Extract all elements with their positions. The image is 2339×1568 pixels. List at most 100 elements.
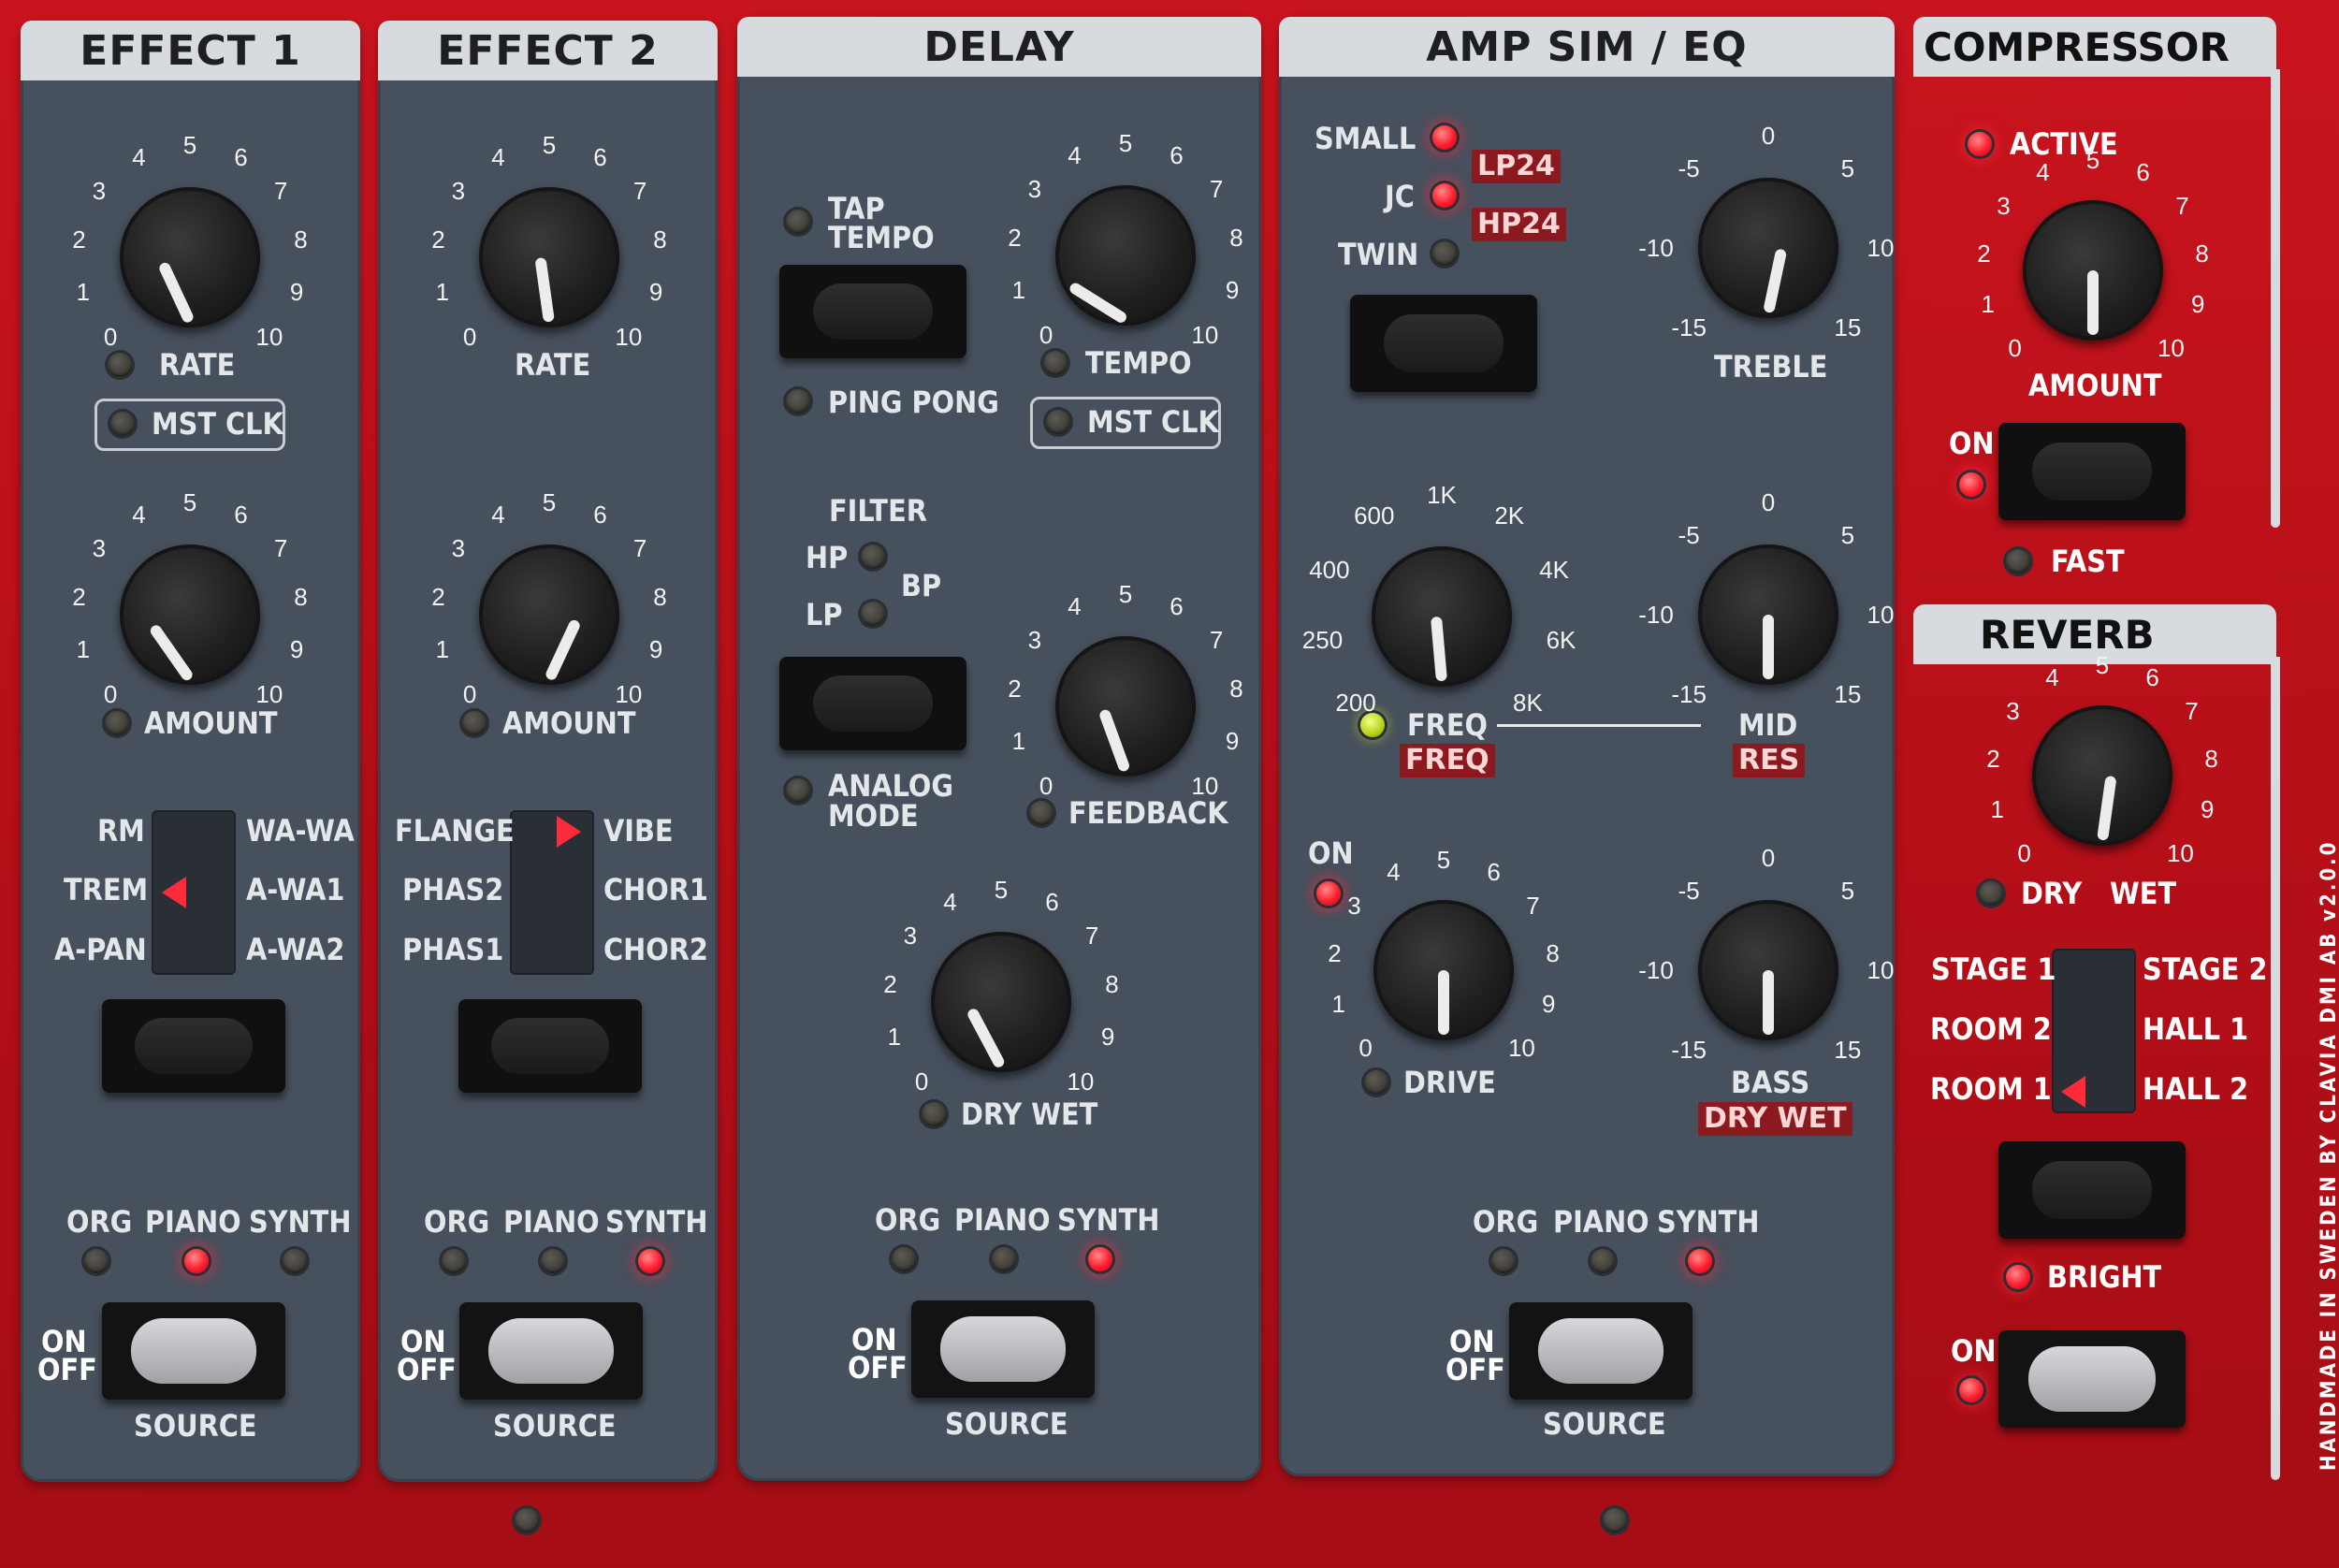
effect2-amount-knob[interactable] <box>479 544 619 685</box>
amp-freq-scale-tick: 6K <box>1546 626 1576 655</box>
delay-analog-mode-led <box>786 778 810 803</box>
amp-source-label: SOURCE <box>1543 1406 1666 1442</box>
effect1-source-synth: SYNTH <box>249 1204 352 1240</box>
effect2-type-button[interactable] <box>458 999 642 1093</box>
compressor-amount-scale-tick: 10 <box>2157 334 2185 363</box>
amp-drive-scale-tick: 10 <box>1507 1034 1535 1063</box>
effect2-type-phas2: PHAS2 <box>402 872 504 907</box>
reverb-drywet-scale-tick: 2 <box>1986 744 2000 773</box>
reverb-on-button[interactable] <box>1998 1330 2186 1428</box>
delay-tempo-label: TEMPO <box>1085 345 1192 381</box>
reverb-type-stage1: STAGE 1 <box>1931 951 2056 987</box>
effect1-rate-label: RATE <box>159 347 236 383</box>
reverb-drywet-scale-tick: 10 <box>2166 839 2194 868</box>
delay-synth-led <box>1088 1247 1112 1271</box>
reverb-drywet-scale-tick: 9 <box>2200 795 2215 824</box>
amp-freq-scale-tick: 600 <box>1354 501 1395 530</box>
amp-freq-knob[interactable] <box>1372 546 1512 687</box>
effect1-type-button[interactable] <box>102 999 285 1093</box>
delay-feedback-scale-tick: 7 <box>1209 626 1224 655</box>
effect2-type-chor2: CHOR2 <box>603 932 708 967</box>
effect1-rate-scale-tick: 10 <box>255 322 283 351</box>
reverb-title: REVERB <box>1980 612 2155 658</box>
amp-mid-scale-tick: 15 <box>1834 679 1862 708</box>
compressor-amount-scale-tick: 2 <box>1977 239 1991 268</box>
effect2-amount-scale-tick: 6 <box>593 501 607 530</box>
reverb-drywet-scale-tick: 1 <box>1990 795 2004 824</box>
effect1-title: EFFECT 1 <box>21 21 360 80</box>
compressor-fast-label: FAST <box>2051 544 2125 579</box>
effect1-on-off-button[interactable] <box>102 1302 285 1400</box>
amp-bass-knob[interactable] <box>1698 900 1838 1040</box>
amp-bass-scale-tick: 0 <box>1761 844 1776 872</box>
amp-treble-knob[interactable] <box>1698 178 1838 318</box>
delay-feedback-knob[interactable] <box>1055 636 1196 777</box>
compressor-amount-knob[interactable] <box>2023 200 2163 341</box>
effect2-on-off-button[interactable] <box>459 1302 643 1400</box>
effect2-rate-scale-tick: 10 <box>615 322 643 351</box>
effect1-mst-clk-label: MST CLK <box>152 406 283 442</box>
effect2-selected-indicator-icon <box>557 816 581 848</box>
delay-tempo-scale-tick: 8 <box>1229 224 1243 253</box>
compressor-amount-scale-tick: 5 <box>2085 146 2100 174</box>
effect2-rate-knob[interactable] <box>479 187 619 327</box>
effect1-amount-knob[interactable] <box>120 544 260 685</box>
delay-drywet-scale-tick: 10 <box>1067 1067 1095 1096</box>
delay-drywet-scale-tick: 3 <box>903 922 918 951</box>
delay-on-off-button[interactable] <box>911 1300 1095 1398</box>
amp-mid-scale-tick: -10 <box>1638 601 1674 629</box>
effect1-rate-scale-tick: 1 <box>76 278 91 307</box>
compressor-amount-scale-tick: 6 <box>2136 157 2150 186</box>
reverb-drywet-scale-tick: 5 <box>2095 651 2110 679</box>
amp-treble-scale-tick: -5 <box>1678 154 1700 183</box>
amp-freq-scale-tick: 8K <box>1513 688 1543 717</box>
delay-filter-button[interactable] <box>779 657 966 750</box>
delay-tempo-scale-tick: 4 <box>1068 141 1082 170</box>
delay-org-led <box>892 1247 916 1271</box>
amp-mid-scale-tick: 5 <box>1840 521 1855 550</box>
reverb-drywet-led <box>1979 881 2003 906</box>
amp-drive-knob[interactable] <box>1373 900 1514 1040</box>
amp-freq-mid-link-line <box>1497 724 1701 727</box>
effect1-rate-knob[interactable] <box>120 187 260 327</box>
effect2-amount-scale-tick: 4 <box>491 501 505 530</box>
delay-tempo-knob[interactable] <box>1055 185 1196 326</box>
delay-lp-led <box>861 602 885 626</box>
delay-piano-led <box>992 1247 1016 1271</box>
delay-feedback-scale-tick: 8 <box>1229 675 1243 704</box>
amp-mid-scale-tick: 0 <box>1761 488 1776 516</box>
amp-type-button[interactable] <box>1350 295 1537 392</box>
delay-tap-tempo-button[interactable] <box>779 265 966 358</box>
amp-freq-scale-tick: 2K <box>1494 501 1525 530</box>
reverb-wet-label: WET <box>2110 876 2177 911</box>
delay-tempo-scale-tick: 9 <box>1225 276 1240 305</box>
reverb-dry-label: DRY <box>2021 876 2083 911</box>
delay-drywet-knob[interactable] <box>931 932 1071 1072</box>
effect2-amount-scale-tick: 5 <box>542 488 557 516</box>
compressor-on-button[interactable] <box>1998 423 2186 520</box>
compressor-amount-label: AMOUNT <box>2028 368 2162 403</box>
compressor-amount-scale-tick: 1 <box>1981 290 1995 319</box>
delay-drywet-scale-tick: 7 <box>1084 922 1099 951</box>
compressor-amount-scale-tick: 7 <box>2175 191 2189 220</box>
amp-org-led <box>1491 1249 1516 1273</box>
amp-on-off-button[interactable] <box>1509 1302 1693 1400</box>
amp-source-synth: SYNTH <box>1657 1204 1760 1240</box>
effect1-type-awa1: A-WA1 <box>246 872 345 907</box>
compressor-active-led <box>1968 132 1992 156</box>
amp-type-twin: TWIN <box>1338 237 1419 272</box>
amp-treble-label: TREBLE <box>1714 349 1828 385</box>
amp-mid-label: MID <box>1738 707 1798 743</box>
reverb-drywet-scale-tick: 8 <box>2204 744 2218 773</box>
delay-drywet-scale-tick: 6 <box>1045 888 1059 917</box>
compressor-title: COMPRESSOR <box>1924 24 2230 70</box>
reverb-drywet-knob[interactable] <box>2032 705 2172 846</box>
amp-freq-tag: FREQ <box>1400 744 1495 777</box>
effect2-org-led <box>442 1249 466 1273</box>
delay-drywet-scale-tick: 8 <box>1105 970 1119 999</box>
amp-drive-label: DRIVE <box>1403 1065 1496 1100</box>
delay-filter-label: FILTER <box>829 493 927 529</box>
reverb-type-button[interactable] <box>1998 1141 2186 1239</box>
amp-mid-knob[interactable] <box>1698 544 1838 685</box>
amp-bass-scale-tick: 5 <box>1840 877 1855 906</box>
